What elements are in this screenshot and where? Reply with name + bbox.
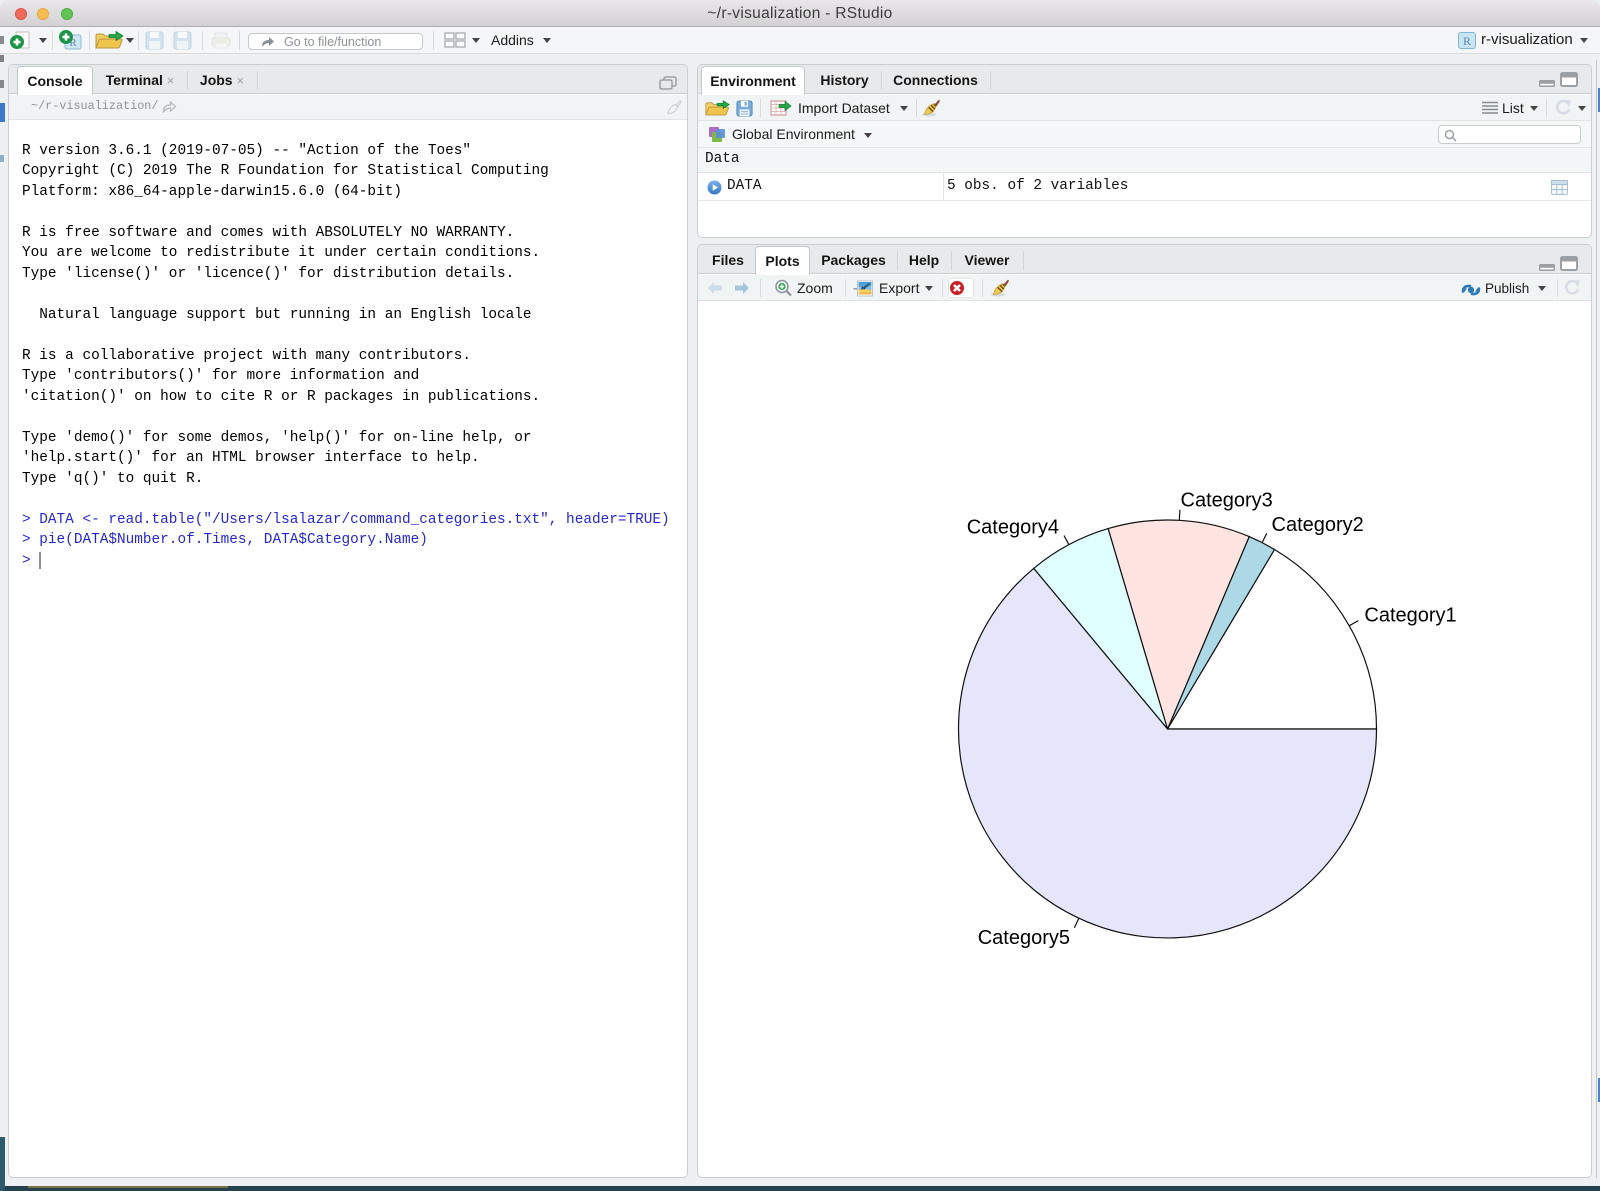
svg-text:Category1: Category1 (1364, 604, 1456, 626)
svg-text:R: R (1463, 34, 1471, 48)
svg-text:Category5: Category5 (978, 927, 1070, 949)
svg-text:Category4: Category4 (967, 516, 1059, 538)
svg-text:Category2: Category2 (1272, 514, 1364, 536)
svg-text:Category3: Category3 (1181, 490, 1273, 512)
